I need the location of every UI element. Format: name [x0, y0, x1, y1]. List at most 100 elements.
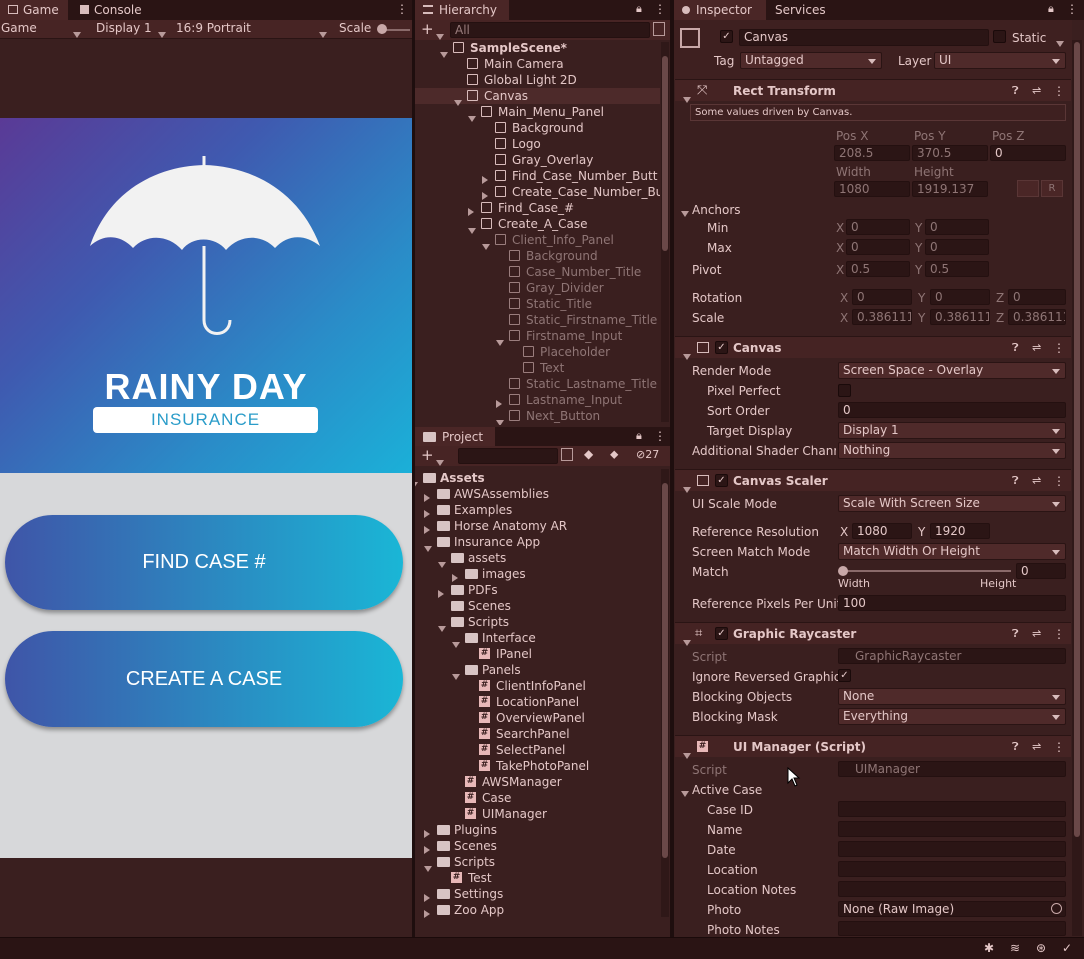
collapsed-chevron-icon[interactable]	[424, 906, 430, 919]
photo-field[interactable]: None (Raw Image)	[838, 901, 1066, 917]
presets-icon[interactable]: ⇌	[1032, 623, 1041, 645]
project-item[interactable]: # UIManager	[415, 806, 660, 822]
hierarchy-item[interactable]: Background	[415, 248, 660, 264]
hierarchy-item[interactable]: Lastname_Input	[415, 392, 660, 408]
hierarchy-item[interactable]: Client_Info_Panel	[415, 232, 660, 250]
project-item[interactable]: # TakePhotoPanel	[415, 758, 660, 774]
project-item[interactable]: Interface	[415, 630, 660, 648]
collapse-chevron-icon[interactable]	[683, 744, 691, 766]
height-field[interactable]: 1919.137	[912, 181, 988, 197]
hierarchy-item[interactable]: Gray_Divider	[415, 280, 660, 296]
project-search-input[interactable]	[458, 448, 558, 464]
hierarchy-item[interactable]: Firstname_Input	[415, 328, 660, 346]
anchor-max-x-field[interactable]: 0	[846, 239, 910, 255]
canvas-enabled-checkbox[interactable]: ✓	[715, 341, 728, 354]
blocking-objects-dropdown[interactable]: None	[838, 688, 1066, 705]
blueprint-mode-button[interactable]	[1017, 180, 1039, 197]
object-picker-icon[interactable]	[1051, 903, 1062, 914]
anchor-min-y-field[interactable]: 0	[925, 219, 989, 235]
canvas-header[interactable]: ✓ Canvas ❓︎ ⇌ ⋮	[675, 336, 1071, 360]
help-icon[interactable]: ❓︎	[1012, 470, 1019, 492]
hierarchy-item[interactable]: Find_Case_#	[415, 200, 660, 216]
layers-icon[interactable]: ≋	[1010, 941, 1020, 955]
ignore-reversed-checkbox[interactable]: ✓	[838, 669, 851, 682]
component-menu-icon[interactable]: ⋮	[1053, 623, 1065, 645]
project-item[interactable]: # IPanel	[415, 646, 660, 662]
pixel-perfect-checkbox[interactable]	[838, 384, 851, 397]
presets-icon[interactable]: ⇌	[1032, 736, 1041, 758]
render-mode-dropdown[interactable]: Screen Space - Overlay	[838, 362, 1066, 379]
hierarchy-item[interactable]: SampleScene*	[415, 40, 660, 58]
project-item[interactable]: Scripts	[415, 614, 660, 632]
aspect-dropdown[interactable]: 16:9 Portrait	[176, 21, 251, 35]
project-item[interactable]: Zoo App	[415, 902, 660, 918]
tab-hierarchy[interactable]: Hierarchy	[415, 0, 509, 20]
target-display-dropdown[interactable]: Display 1	[838, 422, 1066, 439]
hierarchy-item[interactable]: Create_Case_Number_Bu	[415, 184, 660, 200]
project-item[interactable]: PDFs	[415, 582, 660, 598]
lock-icon[interactable]: 🔒︎	[636, 2, 642, 16]
blocking-mask-dropdown[interactable]: Everything	[838, 708, 1066, 725]
presets-icon[interactable]: ⇌	[1032, 337, 1041, 359]
hierarchy-scroll-thumb[interactable]	[662, 56, 668, 251]
check-circle-icon[interactable]: ✓	[1062, 941, 1072, 955]
project-item[interactable]: images	[415, 566, 660, 582]
scale-y-field[interactable]: 0.386111	[930, 309, 990, 325]
hierarchy-item[interactable]: Global Light 2D	[415, 72, 660, 88]
ui-scale-mode-dropdown[interactable]: Scale With Screen Size	[838, 495, 1066, 512]
canvas-scaler-enabled-checkbox[interactable]: ✓	[715, 474, 728, 487]
anchor-max-y-field[interactable]: 0	[925, 239, 989, 255]
hierarchy-item[interactable]: Create_A_Case	[415, 216, 660, 234]
help-icon[interactable]: ❓︎	[1012, 736, 1019, 758]
component-menu-icon[interactable]: ⋮	[1053, 80, 1065, 102]
scale-slider-handle[interactable]	[377, 24, 387, 34]
presets-icon[interactable]: ⇌	[1032, 80, 1041, 102]
hierarchy-search-input[interactable]: All	[450, 22, 650, 38]
search-by-type-icon[interactable]	[561, 448, 573, 461]
static-checkbox[interactable]	[993, 30, 1006, 43]
resolution-x-field[interactable]: 1080	[852, 523, 912, 539]
raycaster-enabled-checkbox[interactable]: ✓	[715, 627, 728, 640]
hierarchy-item[interactable]: Background	[415, 120, 660, 136]
project-item[interactable]: Scripts	[415, 854, 660, 872]
photo-notes-field[interactable]	[838, 921, 1066, 936]
location-field[interactable]	[838, 861, 1066, 877]
match-field[interactable]: 0	[1016, 563, 1066, 579]
search-filter-icon[interactable]	[653, 22, 665, 36]
hidden-count-badge[interactable]: ⊘27	[636, 448, 659, 461]
hierarchy-item[interactable]: Logo	[415, 136, 660, 152]
project-item[interactable]: Settings	[415, 886, 660, 902]
pivot-y-field[interactable]: 0.5	[925, 261, 989, 277]
pivot-x-field[interactable]: 0.5	[846, 261, 910, 277]
hierarchy-item[interactable]: Find_Case_Number_Butt	[415, 168, 660, 184]
rotation-z-field[interactable]: 0	[1008, 289, 1066, 305]
hierarchy-item[interactable]: Case_Number_Title	[415, 264, 660, 280]
find-case-button[interactable]: FIND CASE #	[5, 515, 403, 610]
active-checkbox[interactable]: ✓	[720, 30, 733, 43]
display-dropdown[interactable]: Display 1	[96, 21, 152, 35]
project-scroll-thumb[interactable]	[662, 483, 668, 858]
component-menu-icon[interactable]: ⋮	[1053, 337, 1065, 359]
project-item[interactable]: Plugins	[415, 822, 660, 838]
tab-inspector[interactable]: Inspector	[674, 0, 766, 20]
hierarchy-item[interactable]: Canvas	[415, 88, 660, 106]
canvas-scaler-header[interactable]: ✓ Canvas Scaler ❓︎ ⇌ ⋮	[675, 469, 1071, 493]
label-icon[interactable]: ⬥	[610, 447, 618, 462]
hierarchy-item[interactable]: Main Camera	[415, 56, 660, 72]
component-menu-icon[interactable]: ⋮	[1053, 736, 1065, 758]
help-icon[interactable]: ❓︎	[1012, 80, 1019, 102]
project-item[interactable]: Insurance App	[415, 534, 660, 552]
match-slider[interactable]	[843, 570, 1011, 572]
create-case-button[interactable]: CREATE A CASE	[5, 631, 403, 727]
anchors-chevron-icon[interactable]	[681, 206, 689, 220]
project-item[interactable]: # LocationPanel	[415, 694, 660, 710]
posx-field[interactable]: 208.5	[834, 145, 910, 161]
hierarchy-item[interactable]: Text	[415, 360, 660, 376]
rect-transform-header[interactable]: ⤧ Rect Transform ❓︎ ⇌ ⋮	[675, 79, 1071, 103]
date-field[interactable]	[838, 841, 1066, 857]
raycaster-script-field[interactable]: GraphicRaycaster	[838, 648, 1066, 664]
bug-icon[interactable]: ✱	[984, 941, 994, 955]
scale-x-field[interactable]: 0.386111	[852, 309, 912, 325]
component-menu-icon[interactable]: ⋮	[1053, 470, 1065, 492]
rotation-y-field[interactable]: 0	[930, 289, 990, 305]
